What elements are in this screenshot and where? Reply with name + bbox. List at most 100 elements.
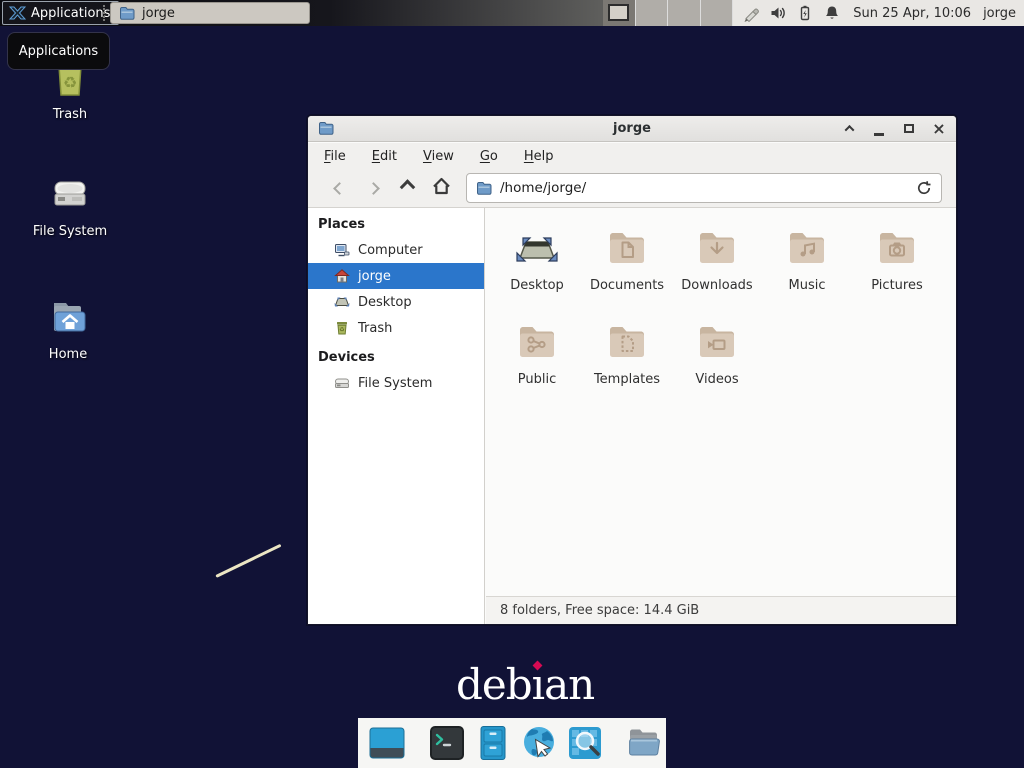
- menu-help[interactable]: Help: [524, 149, 554, 164]
- sidebar-item-trash[interactable]: ♻ Trash: [308, 315, 484, 341]
- window-titlebar[interactable]: jorge ×: [308, 116, 956, 142]
- file-manager-window: jorge × FileEditViewGoHelp /home/jorge/ …: [307, 115, 957, 625]
- input-device-icon[interactable]: [742, 4, 760, 22]
- file-item-desktop[interactable]: Desktop: [492, 220, 582, 306]
- tooltip-text: Applications: [19, 44, 98, 59]
- trash-icon: ♻: [334, 320, 350, 336]
- shade-icon: [844, 125, 854, 135]
- reload-icon[interactable]: [916, 180, 932, 196]
- dock-item-show-desktop[interactable]: [368, 724, 406, 762]
- home-button[interactable]: [424, 173, 458, 203]
- minimize-button[interactable]: [872, 122, 886, 136]
- drive-icon: [46, 170, 94, 218]
- applications-menu-button[interactable]: Applications: [2, 1, 119, 25]
- menu-edit[interactable]: Edit: [372, 149, 397, 164]
- dock-item-app-finder[interactable]: [566, 724, 604, 762]
- menu-view[interactable]: View: [423, 149, 454, 164]
- home-icon: [432, 177, 451, 199]
- close-button[interactable]: ×: [932, 122, 946, 136]
- toolbar: /home/jorge/: [308, 169, 956, 208]
- desktop-icon-label: Home: [49, 347, 87, 362]
- folder-icon: [603, 223, 651, 271]
- folder-icon: [513, 317, 561, 365]
- desktop-icon-filesystem[interactable]: File System: [18, 170, 122, 239]
- sidebar-item-label: File System: [358, 376, 432, 391]
- path-bar[interactable]: /home/jorge/: [466, 173, 942, 203]
- desktop-icon-home[interactable]: Home: [16, 293, 120, 362]
- folder-icon: [873, 223, 921, 271]
- panel-clock[interactable]: Sun 25 Apr, 10:06: [853, 6, 971, 21]
- folder-icon: [476, 180, 492, 196]
- path-text: /home/jorge/: [500, 180, 908, 196]
- panel-user-label[interactable]: jorge: [983, 6, 1016, 21]
- sidebar-item-file-system[interactable]: File System: [308, 370, 484, 396]
- status-bar: 8 folders, Free space: 14.4 GiB: [486, 596, 956, 624]
- taskbar-window-label: jorge: [142, 6, 175, 21]
- top-panel: Applications jorge Sun 25 Apr, 10:06 jor…: [0, 0, 1024, 26]
- maximize-button[interactable]: [902, 122, 916, 136]
- debian-logo-text: an: [544, 660, 594, 709]
- panel-grip-handle[interactable]: [103, 5, 106, 21]
- dock-item-terminal[interactable]: [428, 724, 466, 762]
- desktop-root: { "colors": { "selection_blue": "#2b76cb…: [0, 0, 1024, 768]
- folder-icon: [603, 317, 651, 365]
- dock-item-file-cabinet[interactable]: [474, 724, 512, 762]
- file-item-downloads[interactable]: Downloads: [672, 220, 762, 306]
- back-button[interactable]: [322, 173, 356, 203]
- folder-icon: [783, 223, 831, 271]
- workspace-2[interactable]: [636, 0, 669, 26]
- shade-button[interactable]: [842, 122, 856, 136]
- forward-button[interactable]: [356, 173, 390, 203]
- sidebar: PlacesComputerjorgeDesktop♻TrashDevicesF…: [308, 208, 485, 624]
- file-item-music[interactable]: Music: [762, 220, 852, 306]
- menu-file[interactable]: File: [324, 149, 346, 164]
- notifications-icon[interactable]: [823, 4, 841, 22]
- computer-icon: [334, 242, 350, 258]
- up-icon: [399, 179, 415, 195]
- folder-icon: [119, 5, 135, 21]
- workspace-1[interactable]: [603, 0, 636, 26]
- file-item-videos[interactable]: Videos: [672, 314, 762, 400]
- folder-icon: [693, 223, 741, 271]
- sidebar-item-label: Desktop: [358, 295, 412, 310]
- sidebar-item-computer[interactable]: Computer: [308, 237, 484, 263]
- drive-icon: [334, 375, 350, 391]
- desktop-icon-label: File System: [33, 224, 107, 239]
- home-folder-icon: [44, 293, 92, 341]
- file-item-label: Public: [518, 372, 556, 387]
- sidebar-header-devices: Devices: [308, 341, 484, 370]
- close-icon: ×: [932, 122, 945, 136]
- sidebar-item-label: Trash: [358, 321, 392, 336]
- sidebar-item-jorge[interactable]: jorge: [308, 263, 484, 289]
- stray-line-artifact: [215, 544, 281, 578]
- workspace-switcher: [603, 0, 733, 26]
- sidebar-item-label: Computer: [358, 243, 423, 258]
- debian-logo-i: ı: [532, 660, 544, 709]
- desktop-icon: [513, 223, 561, 271]
- file-view: DesktopDocumentsDownloads Music Pictures Pu…: [486, 208, 956, 596]
- file-item-label: Templates: [594, 372, 660, 387]
- file-item-label: Pictures: [871, 278, 922, 293]
- menu-bar: File Edit View Go Help: [308, 143, 956, 169]
- forward-icon: [367, 182, 380, 195]
- debian-logo: debıan: [456, 660, 594, 709]
- file-item-public[interactable]: Public: [492, 314, 582, 400]
- file-item-label: Music: [789, 278, 826, 293]
- workspace-4[interactable]: [701, 0, 734, 26]
- desktop-icon: [334, 294, 350, 310]
- up-button[interactable]: [390, 173, 424, 203]
- taskbar-window-button[interactable]: jorge: [110, 2, 310, 24]
- file-item-label: Videos: [695, 372, 738, 387]
- file-item-pictures[interactable]: Pictures: [852, 220, 942, 306]
- workspace-3[interactable]: [668, 0, 701, 26]
- sidebar-item-desktop[interactable]: Desktop: [308, 289, 484, 315]
- applications-menu-label: Applications: [31, 6, 110, 21]
- minimize-icon: [874, 133, 884, 135]
- volume-icon[interactable]: [769, 4, 787, 22]
- file-item-templates[interactable]: Templates: [582, 314, 672, 400]
- battery-charging-icon[interactable]: [796, 4, 814, 22]
- file-item-documents[interactable]: Documents: [582, 220, 672, 306]
- menu-go[interactable]: Go: [480, 149, 498, 164]
- dock-item-file-manager[interactable]: [626, 724, 664, 762]
- dock-item-web-browser[interactable]: [520, 724, 558, 762]
